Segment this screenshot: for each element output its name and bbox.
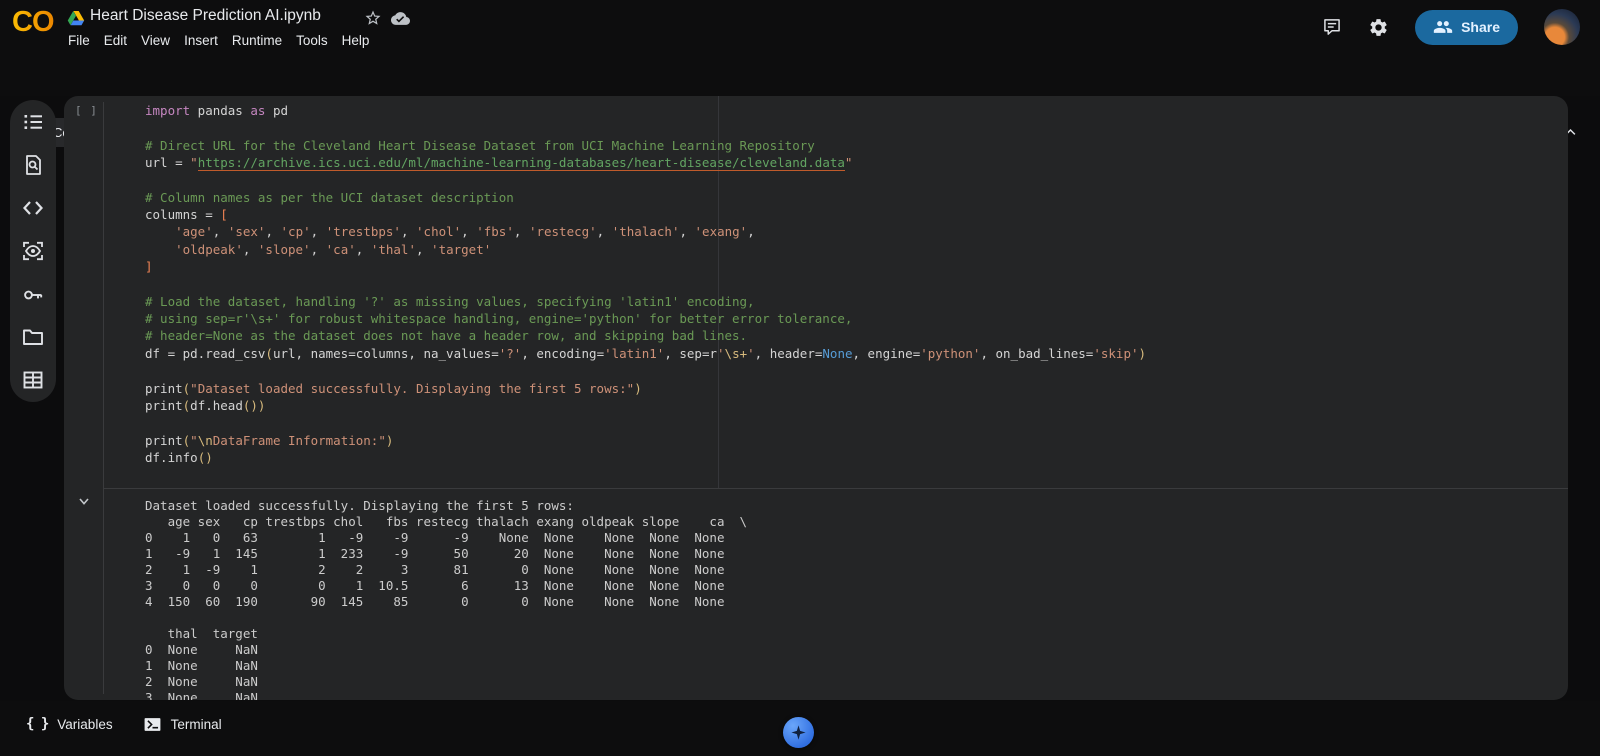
ai-scan-eye-icon[interactable] [21, 239, 45, 263]
braces-icon: { } [26, 716, 48, 732]
menu-view[interactable]: View [141, 33, 170, 48]
star-icon[interactable] [364, 9, 382, 27]
menu-file[interactable]: File [68, 33, 90, 48]
left-sidebar [10, 100, 56, 402]
menu-runtime[interactable]: Runtime [232, 33, 282, 48]
secrets-key-icon[interactable] [21, 282, 45, 306]
spark-icon [790, 724, 807, 741]
variables-label: Variables [57, 717, 112, 732]
code-editor[interactable]: import pandas as pd # Direct URL for the… [145, 102, 1146, 466]
data-table-icon[interactable] [21, 368, 45, 392]
people-icon [1433, 17, 1453, 37]
terminal-button[interactable]: Terminal [143, 710, 222, 738]
cell-run-indicator[interactable]: [ ] [75, 104, 98, 117]
menu-bar: File Edit View Insert Runtime Tools Help [68, 33, 369, 48]
output-divider [103, 488, 1568, 489]
menu-tools[interactable]: Tools [296, 33, 328, 48]
notebook-toolbar: Commands Code Text Run all Connect [0, 58, 1600, 96]
notebook-panel: [ ] import pandas as pd # Direct URL for… [64, 96, 1568, 700]
comments-icon[interactable] [1322, 17, 1342, 37]
terminal-label: Terminal [171, 717, 222, 732]
header-bar: CO Heart Disease Prediction AI.ipynb Fil… [0, 0, 1600, 58]
table-of-contents-icon[interactable] [21, 110, 45, 134]
code-snippets-icon[interactable] [21, 196, 45, 220]
colab-logo[interactable]: CO [12, 6, 54, 39]
gemini-spark-button[interactable] [783, 717, 814, 748]
collapse-output-chevron-icon[interactable] [76, 493, 92, 509]
google-drive-icon [67, 10, 85, 27]
files-folder-icon[interactable] [21, 325, 45, 349]
user-avatar[interactable] [1544, 9, 1580, 45]
menu-edit[interactable]: Edit [104, 33, 127, 48]
colab-app-window: CO Heart Disease Prediction AI.ipynb Fil… [0, 0, 1600, 756]
cell-output-text: Dataset loaded successfully. Displaying … [145, 498, 747, 701]
notebook-title[interactable]: Heart Disease Prediction AI.ipynb [90, 7, 321, 25]
terminal-icon [143, 715, 162, 734]
menu-insert[interactable]: Insert [184, 33, 218, 48]
header-actions: Share [1322, 9, 1580, 45]
share-label: Share [1461, 19, 1500, 35]
bottom-bar-items: { } Variables Terminal [26, 710, 222, 738]
settings-gear-icon[interactable] [1368, 17, 1389, 38]
find-replace-icon[interactable] [21, 153, 45, 177]
cloud-saved-icon[interactable] [391, 9, 410, 28]
menu-help[interactable]: Help [342, 33, 370, 48]
variables-button[interactable]: { } Variables [26, 710, 113, 738]
cell-gutter-line [103, 102, 104, 694]
share-button[interactable]: Share [1415, 10, 1518, 45]
